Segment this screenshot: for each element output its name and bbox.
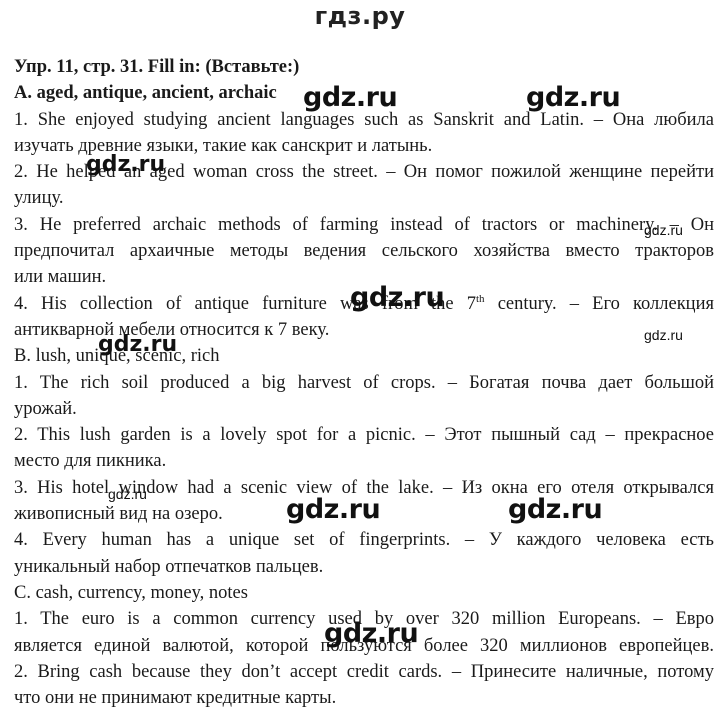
watermark: gdz.ru [644, 222, 683, 238]
section-c-header: C. cash, currency, money, notes [14, 582, 248, 603]
watermark: gdz.ru [98, 332, 178, 357]
section-c-item-2-line2: что они не принимают кредитные карты. [14, 688, 337, 709]
watermark: gdz.ru [526, 82, 621, 113]
watermark: gdz.ru [508, 494, 603, 525]
watermark: gdz.ru [286, 494, 381, 525]
item-4-text-post: century. – Его коллекция [484, 293, 714, 314]
section-b-item-1-line1: 1. The rich soil produced a big harvest … [14, 372, 714, 393]
superscript-th: th [476, 292, 485, 305]
exercise-heading: Упр. 11, стр. 31. Fill in: (Вставьте:) [14, 57, 300, 77]
site-title: гдз.ру [314, 2, 406, 30]
section-c-item-2-line1: 2. Bring cash because they don’t accept … [14, 661, 714, 682]
watermark: gdz.ru [303, 82, 398, 113]
section-b-item-4-line2: уникальный набор отпечатков пальцев. [14, 556, 324, 577]
watermark: gdz.ru [324, 618, 419, 649]
watermark: gdz.ru [108, 486, 147, 502]
section-b-item-1-line2: урожай. [14, 398, 77, 419]
section-a-item-2-line2: улицу. [14, 188, 64, 209]
watermark: gdz.ru [350, 282, 445, 313]
watermark: gdz.ru [644, 327, 683, 343]
section-a-item-3-line2: предпочитал архаичные методы ведения сел… [14, 241, 714, 262]
section-b-item-2-line1: 2. This lush garden is a lovely spot for… [14, 425, 714, 446]
watermark: gdz.ru [86, 152, 166, 177]
section-b-item-4-line1: 4. Every human has a unique set of finge… [14, 530, 714, 551]
section-a-item-3-line1: 3. He preferred archaic methods of farmi… [14, 214, 714, 235]
section-b-item-2-line2: место для пикника. [14, 451, 167, 472]
